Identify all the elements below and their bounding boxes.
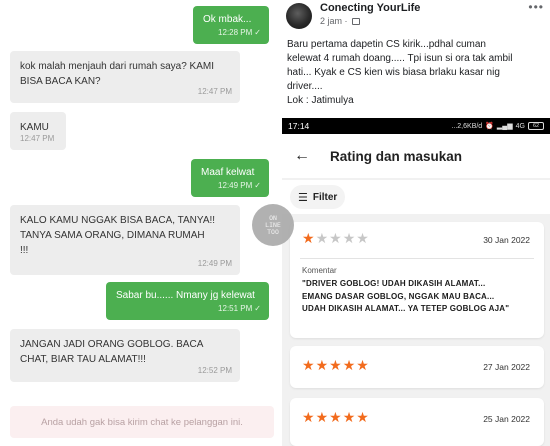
review-date: 30 Jan 2022 (483, 235, 530, 245)
star-icon: ★ (329, 409, 343, 425)
star-icon: ★ (302, 409, 316, 425)
star-icon: ★ (315, 230, 330, 246)
filter-row: ☰ Filter (282, 180, 550, 214)
message-time: 12:47 PM (20, 134, 55, 143)
post-time: 2 jam · (320, 16, 361, 26)
chat-message-incoming[interactable]: kok malah menjauh dari rumah saya? KAMI … (10, 51, 240, 103)
post-author[interactable]: Conecting YourLife (320, 2, 420, 14)
chat-message-incoming[interactable]: KALO KAMU NGGAK BISA BACA, TANYA!! TANYA… (10, 205, 240, 275)
status-bar: 17:14 ...2,6KB/d ⏰ ▂▄▆ 4G 62 (282, 118, 550, 134)
avatar[interactable] (286, 3, 312, 29)
star-icon: ★ (315, 357, 330, 373)
review-card[interactable]: ★★★★★ 27 Jan 2022 (290, 346, 544, 388)
chat-message-outgoing[interactable]: Ok mbak... 12:28 PM ✓ (193, 6, 269, 44)
notice-text: Anda udah gak bisa kirim chat ke pelangg… (41, 416, 243, 428)
check-icon: ✓ (254, 304, 261, 313)
message-time: 12:49 PM ✓ (218, 181, 261, 190)
chat-message-incoming[interactable]: JANGAN JADI ORANG GOBLOG. BACA CHAT, BIA… (10, 329, 240, 382)
check-icon: ✓ (254, 28, 261, 37)
status-time: 17:14 (288, 121, 310, 131)
star-rating: ★★★★★ (302, 230, 370, 247)
post-text: Baru pertama dapetin CS kirik...pdhal cu… (287, 39, 513, 106)
review-date: 25 Jan 2022 (483, 414, 530, 424)
chat-message-outgoing[interactable]: Sabar bu...... Nmany jg kelewat 12:51 PM… (106, 282, 269, 320)
back-arrow-icon[interactable]: ← (294, 147, 324, 165)
star-icon: ★ (356, 357, 370, 373)
star-icon: ★ (356, 409, 370, 425)
message-time: 12:52 PM (197, 366, 232, 375)
data-speed: ...2,6KB/d (451, 122, 483, 130)
privacy-icon (352, 18, 361, 25)
star-icon: ★ (356, 230, 370, 246)
star-icon: ★ (302, 357, 316, 373)
star-icon: ★ (302, 230, 316, 246)
comment-text: "DRIVER GOBLOG! UDAH DIKASIH ALAMAT... E… (302, 279, 510, 313)
star-rating: ★★★★★ (302, 357, 370, 374)
divider (300, 258, 534, 259)
post-time-text: 2 jam · (320, 16, 348, 26)
comment-label: Komentar (302, 266, 337, 275)
star-rating: ★★★★★ (302, 409, 370, 426)
chat-message-outgoing[interactable]: Maaf kelwat 12:49 PM ✓ (191, 159, 269, 197)
status-icons: ...2,6KB/d ⏰ ▂▄▆ 4G 62 (451, 122, 544, 130)
star-icon: ★ (329, 230, 343, 246)
review-date: 27 Jan 2022 (483, 362, 530, 372)
check-icon: ✓ (254, 181, 261, 190)
message-time: 12:47 PM (197, 87, 232, 96)
review-card[interactable]: ★★★★★ 25 Jan 2022 (290, 398, 544, 446)
more-dots-icon[interactable]: ••• (528, 0, 544, 14)
alarm-icon: ⏰ (485, 123, 494, 130)
star-icon: ★ (315, 409, 330, 425)
chat-blocked-notice: Anda udah gak bisa kirim chat ke pelangg… (10, 406, 274, 438)
signal-icon: ▂▄▆ (496, 123, 513, 130)
facebook-post: Conecting YourLife 2 jam · ••• Baru pert… (282, 0, 550, 446)
chat-panel: Ok mbak... 12:28 PM ✓ kok malah menjauh d… (0, 0, 282, 446)
chat-message-incoming[interactable]: KAMU 12:47 PM (10, 112, 66, 150)
star-icon: ★ (342, 230, 357, 246)
message-text: KALO KAMU NGGAK BISA BACA, TANYA!! TANYA… (20, 215, 216, 256)
network-type: 4G (515, 122, 525, 130)
message-time: 12:28 PM ✓ (218, 28, 261, 37)
filter-button[interactable]: ☰ Filter (290, 185, 346, 209)
star-icon: ★ (342, 357, 357, 373)
app-screenshot: 17:14 ...2,6KB/d ⏰ ▂▄▆ 4G 62 ← Rating da… (282, 118, 550, 446)
message-time: 12:49 PM (197, 259, 232, 268)
message-time: 12:51 PM ✓ (218, 304, 261, 313)
star-icon: ★ (329, 357, 343, 373)
review-card[interactable]: ★★★★★ 30 Jan 2022 Komentar "DRIVER GOBLO… (290, 222, 544, 338)
filter-label: Filter (312, 191, 338, 203)
battery-icon: 62 (528, 122, 544, 130)
watermark-logo: ON LINE TOO (252, 204, 294, 246)
star-icon: ★ (342, 409, 357, 425)
page-title: Rating dan masukan (330, 148, 463, 164)
sliders-icon: ☰ (298, 191, 308, 204)
app-bar: ← Rating dan masukan (282, 134, 550, 178)
